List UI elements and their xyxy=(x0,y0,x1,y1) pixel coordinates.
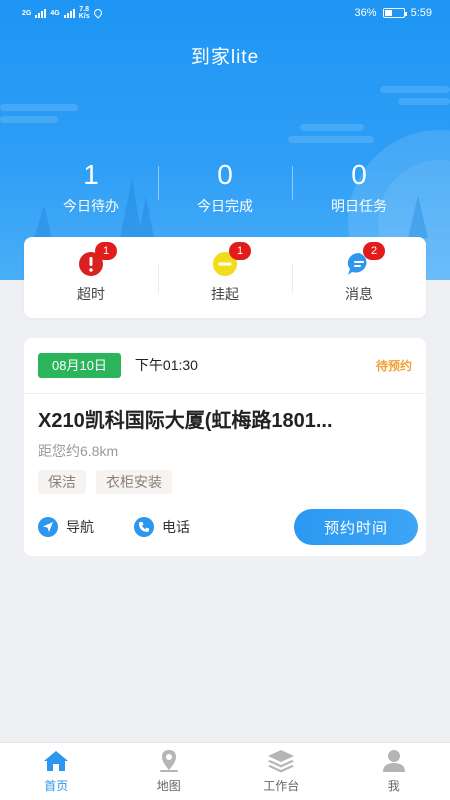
call-button[interactable]: 电话 xyxy=(134,517,190,537)
stat-today-todo[interactable]: 1 今日待办 xyxy=(24,158,158,220)
status-bar: 2G 4G 7.8 K/s 36% 5:59 xyxy=(0,0,450,26)
quick-label: 超时 xyxy=(77,285,105,302)
user-icon xyxy=(382,750,405,772)
order-date-tag: 08月10日 xyxy=(38,352,121,378)
tab-me[interactable]: 我 xyxy=(338,743,450,800)
order-actions: 导航 电话 预约时间 xyxy=(38,508,418,546)
navigate-button[interactable]: 导航 xyxy=(38,517,94,537)
quick-messages[interactable]: 2 消息 xyxy=(292,237,426,318)
stat-label: 今日待办 xyxy=(63,198,119,214)
stat-tomorrow-tasks[interactable]: 0 明日任务 xyxy=(292,158,426,220)
service-tags: 保洁 衣柜安装 xyxy=(38,470,172,494)
stat-value: 0 xyxy=(351,159,367,190)
speed-value: 7.8 xyxy=(79,6,89,13)
tab-label: 我 xyxy=(387,779,400,793)
tab-label: 首页 xyxy=(44,779,69,793)
service-tag: 保洁 xyxy=(38,470,86,494)
stat-today-done[interactable]: 0 今日完成 xyxy=(158,158,292,220)
quick-badge: 2 xyxy=(363,241,385,260)
network-label-left: 2G xyxy=(22,9,32,17)
navigation-icon xyxy=(38,517,58,537)
schedule-time-button[interactable]: 预约时间 xyxy=(294,509,418,545)
network-speed: 7.8 K/s xyxy=(79,6,90,20)
signal-icon xyxy=(63,8,75,18)
stat-label: 明日任务 xyxy=(331,198,387,214)
quick-overtime[interactable]: 1 超时 xyxy=(24,237,158,318)
battery-icon xyxy=(382,8,407,18)
quick-access-card: 1 超时 1 挂起 2 消息 xyxy=(24,237,426,318)
tab-map[interactable]: 地图 xyxy=(113,743,226,800)
stat-value: 1 xyxy=(83,159,99,190)
location-icon xyxy=(91,7,104,19)
quick-badge: 1 xyxy=(229,241,251,260)
order-address: X210凯科国际大厦(虹梅路1801... xyxy=(38,410,333,432)
order-card[interactable]: 08月10日 下午01:30 待预约 X210凯科国际大厦(虹梅路1801...… xyxy=(24,338,426,556)
order-header: 08月10日 下午01:30 待预约 xyxy=(38,352,412,378)
order-distance: 距您约6.8km xyxy=(38,443,119,459)
battery-percent: 36% xyxy=(354,7,377,19)
stat-value: 0 xyxy=(217,159,233,190)
tab-home[interactable]: 首页 xyxy=(0,743,113,800)
stat-label: 今日完成 xyxy=(197,198,253,214)
quick-label: 消息 xyxy=(345,285,373,302)
navigate-label: 导航 xyxy=(66,519,94,535)
home-icon xyxy=(44,751,69,771)
service-tag: 衣柜安装 xyxy=(96,470,172,494)
phone-icon xyxy=(134,517,154,537)
signal-icon xyxy=(35,8,47,18)
speed-unit: K/s xyxy=(78,13,90,20)
quick-suspended[interactable]: 1 挂起 xyxy=(158,237,292,318)
layers-icon xyxy=(268,750,295,773)
tab-label: 工作台 xyxy=(263,779,300,793)
divider xyxy=(24,393,426,394)
stats-row: 1 今日待办 0 今日完成 0 明日任务 xyxy=(24,158,426,220)
call-label: 电话 xyxy=(162,519,190,535)
bottom-tab-bar: 首页 地图 工作台 我 xyxy=(0,742,450,800)
network-label-right: 4G xyxy=(50,9,60,17)
tab-label: 地图 xyxy=(156,779,181,793)
order-status: 待预约 xyxy=(375,358,412,373)
app-title: 到家lite xyxy=(190,47,260,68)
tab-workbench[interactable]: 工作台 xyxy=(225,743,338,800)
quick-badge: 1 xyxy=(95,241,117,260)
map-pin-icon xyxy=(159,750,178,772)
quick-label: 挂起 xyxy=(211,285,239,302)
clock: 5:59 xyxy=(410,7,432,19)
order-time: 下午01:30 xyxy=(134,357,198,373)
